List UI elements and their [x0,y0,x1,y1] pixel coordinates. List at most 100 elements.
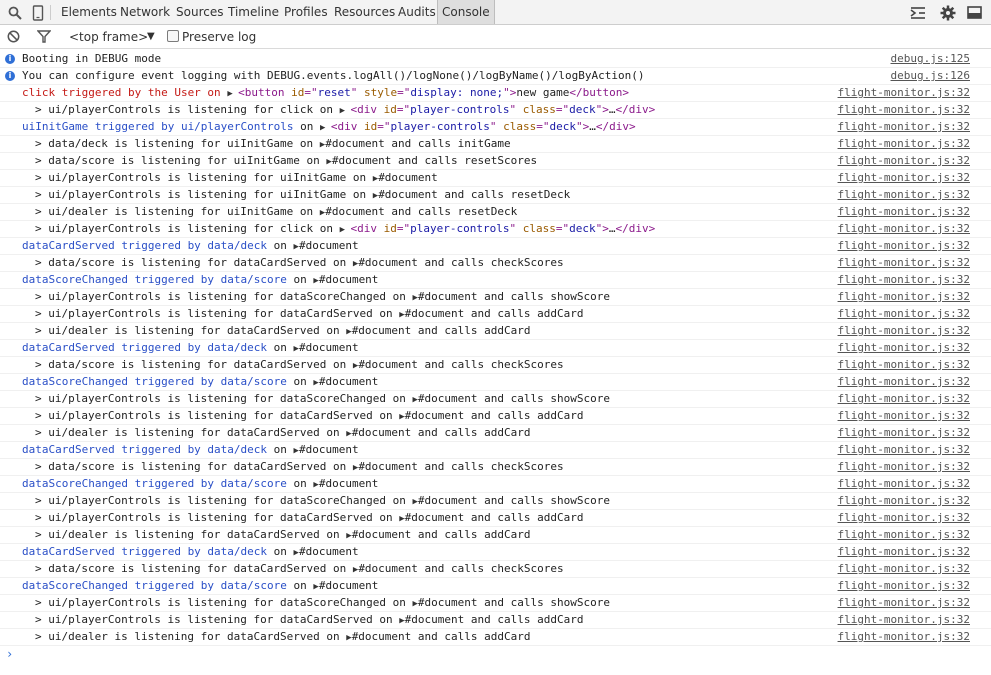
event-trigger-text: dataScoreChanged triggered by data/score [22,579,294,592]
tab-resources[interactable]: Resources [334,0,395,24]
document-node-link[interactable]: ▶#document [294,239,359,252]
source-link[interactable]: flight-monitor.js:32 [838,510,970,526]
document-node-link[interactable]: ▶#document [326,154,391,167]
preserve-log-label[interactable]: Preserve log [182,25,256,49]
source-link[interactable]: flight-monitor.js:32 [838,204,970,220]
dock-side-icon[interactable] [966,4,983,21]
document-node-link[interactable]: ▶#document [346,324,411,337]
source-link[interactable]: flight-monitor.js:32 [838,493,970,509]
tab-console[interactable]: Console [437,0,495,24]
document-node-link[interactable]: ▶#document [413,392,478,405]
source-link[interactable]: flight-monitor.js:32 [838,476,970,492]
source-link[interactable]: flight-monitor.js:32 [838,425,970,441]
source-link[interactable]: flight-monitor.js:32 [838,102,970,118]
document-node-link[interactable]: ▶#document [313,477,378,490]
tab-audits[interactable]: Audits [398,0,436,24]
source-link[interactable]: flight-monitor.js:32 [838,170,970,186]
document-node-link[interactable]: ▶#document [346,630,411,643]
gear-icon[interactable] [939,4,956,21]
on-text: on [273,341,294,354]
preserve-log-checkbox[interactable] [167,30,179,42]
source-link[interactable]: flight-monitor.js:32 [838,272,970,288]
document-node-link[interactable]: ▶#document [313,375,378,388]
source-link[interactable]: flight-monitor.js:32 [838,289,970,305]
frame-selector[interactable]: <top frame> [69,25,148,49]
tab-sources[interactable]: Sources [176,0,223,24]
dom-node-link[interactable]: ▶ <div id="player-controls" class="deck"… [340,103,656,116]
document-node-link[interactable]: ▶#document [320,205,385,218]
document-node-link[interactable]: ▶#document [353,460,418,473]
source-link[interactable]: flight-monitor.js:32 [838,578,970,594]
document-node-link[interactable]: ▶#document [294,341,359,354]
device-mode-icon[interactable] [29,4,46,21]
source-link[interactable]: flight-monitor.js:32 [838,595,970,611]
tab-profiles[interactable]: Profiles [284,0,328,24]
dom-node-link[interactable]: ▶ <div id="player-controls" class="deck"… [320,120,636,133]
document-node-link[interactable]: ▶#document [399,409,464,422]
console-row: > ui/dealer is listening for dataCardSer… [0,425,991,442]
document-node-link[interactable]: ▶#document [294,443,359,456]
document-node-link[interactable]: ▶#document [313,579,378,592]
source-link[interactable]: flight-monitor.js:32 [838,255,970,271]
document-node-link[interactable]: ▶#document [373,171,438,184]
document-node-link[interactable]: ▶#document [399,613,464,626]
source-link[interactable]: flight-monitor.js:32 [838,374,970,390]
document-node-link[interactable]: ▶#document [346,426,411,439]
document-label: #document [417,494,478,507]
source-link[interactable]: debug.js:125 [891,51,970,67]
document-node-link[interactable]: ▶#document [353,562,418,575]
document-node-link[interactable]: ▶#document [313,273,378,286]
tab-elements[interactable]: Elements [61,0,117,24]
source-link[interactable]: flight-monitor.js:32 [838,527,970,543]
console-row: > ui/playerControls is listening for cli… [0,102,991,119]
source-link[interactable]: flight-monitor.js:32 [838,357,970,373]
source-link[interactable]: flight-monitor.js:32 [838,612,970,628]
dom-node-link[interactable]: ▶ <button id="reset" style="display: non… [227,86,629,99]
source-link[interactable]: debug.js:126 [891,68,970,84]
dom-node-link[interactable]: ▶ <div id="player-controls" class="deck"… [340,222,656,235]
document-node-link[interactable]: ▶#document [399,511,464,524]
event-trigger-text: dataCardServed triggered by data/deck [22,545,274,558]
source-link[interactable]: flight-monitor.js:32 [838,340,970,356]
source-link[interactable]: flight-monitor.js:32 [838,561,970,577]
document-label: #document [298,239,359,252]
source-link[interactable]: flight-monitor.js:32 [838,323,970,339]
document-node-link[interactable]: ▶#document [399,307,464,320]
tab-timeline[interactable]: Timeline [228,0,279,24]
source-link[interactable]: flight-monitor.js:32 [838,306,970,322]
source-link[interactable]: flight-monitor.js:32 [838,136,970,152]
document-node-link[interactable]: ▶#document [413,290,478,303]
source-link[interactable]: flight-monitor.js:32 [838,408,970,424]
console-message: > ui/dealer is listening for dataCardSer… [35,323,531,340]
document-node-link[interactable]: ▶#document [373,188,438,201]
document-node-link[interactable]: ▶#document [320,137,385,150]
document-node-link[interactable]: ▶#document [413,494,478,507]
source-link[interactable]: flight-monitor.js:32 [838,238,970,254]
console-message: > ui/playerControls is listening for dat… [35,408,584,425]
source-link[interactable]: flight-monitor.js:32 [838,119,970,135]
source-link[interactable]: flight-monitor.js:32 [838,391,970,407]
on-text: on [273,443,294,456]
document-node-link[interactable]: ▶#document [413,596,478,609]
source-link[interactable]: flight-monitor.js:32 [838,544,970,560]
document-node-link[interactable]: ▶#document [353,358,418,371]
source-link[interactable]: flight-monitor.js:32 [838,459,970,475]
source-link[interactable]: flight-monitor.js:32 [838,187,970,203]
listener-text: > ui/dealer is listening for dataCardSer… [35,324,347,337]
document-node-link[interactable]: ▶#document [346,528,411,541]
source-link[interactable]: flight-monitor.js:32 [838,221,970,237]
drawer-toggle-icon[interactable] [909,4,926,21]
source-link[interactable]: flight-monitor.js:32 [838,442,970,458]
console-prompt[interactable]: › [6,647,13,661]
chevron-down-icon[interactable]: ▼ [147,25,155,49]
document-node-link[interactable]: ▶#document [353,256,418,269]
filter-icon[interactable] [35,28,52,45]
source-link[interactable]: flight-monitor.js:32 [838,85,970,101]
source-link[interactable]: flight-monitor.js:32 [838,153,970,169]
clear-console-icon[interactable] [5,28,22,45]
tab-network[interactable]: Network [120,0,170,24]
node-tag: <div [350,222,377,235]
source-link[interactable]: flight-monitor.js:32 [838,629,970,645]
search-icon[interactable] [6,4,23,21]
document-node-link[interactable]: ▶#document [294,545,359,558]
